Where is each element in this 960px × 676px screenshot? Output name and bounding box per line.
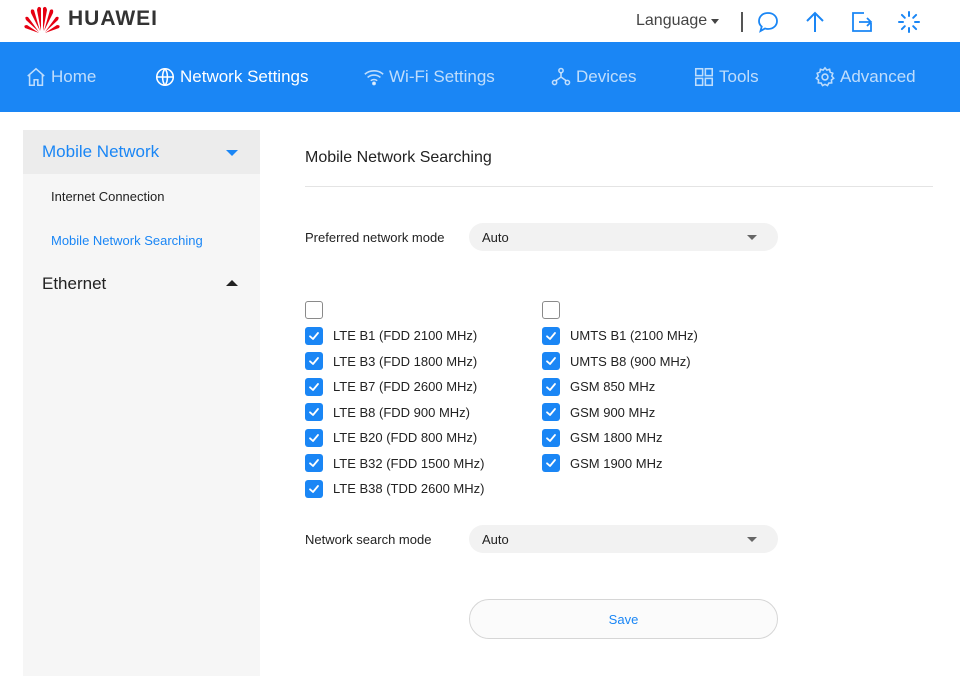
checkmark-icon[interactable] [542,454,560,472]
caret-up-icon [226,280,238,286]
sidebar-group-mobile-network[interactable]: Mobile Network [23,130,260,174]
checkbox-box[interactable] [542,301,560,319]
tools-icon [694,67,714,87]
globe-icon [155,67,175,87]
lte-band-checkbox[interactable]: LTE B20 (FDD 800 MHz) [305,428,478,447]
network-search-mode-value: Auto [482,531,509,547]
umts-gsm-band-checkbox[interactable]: GSM 1900 MHz [542,454,662,472]
checkmark-icon[interactable] [542,352,560,370]
lte-band-label: LTE B38 (TDD 2600 MHz) [333,481,485,496]
lte-band-label: LTE B32 (FDD 1500 MHz) [333,455,485,471]
sidebar-item-mobile-network-searching[interactable]: Mobile Network Searching [51,233,203,248]
huawei-logo[interactable]: HUAWEI [22,4,158,34]
network-search-mode-select[interactable]: Auto [469,525,778,553]
nav-tools[interactable]: Tools [693,42,759,112]
sidebar-item-label: Mobile Network Searching [51,233,203,248]
nav-devices[interactable]: Devices [550,42,636,112]
nav-tools-label: Tools [719,67,759,86]
sidebar-group-ethernet[interactable]: Ethernet [23,262,260,306]
preferred-network-mode-select[interactable]: Auto [469,223,778,251]
umts-gsm-band-label: GSM 850 MHz [570,379,656,394]
language-label: Language [636,12,708,29]
network-search-mode-label: Network search mode [305,532,432,547]
chevron-down-icon [711,18,720,24]
checkmark-icon[interactable] [305,326,323,345]
lte-band-checkbox[interactable]: LTE B32 (FDD 1500 MHz) [305,454,484,472]
language-dropdown[interactable]: Language [636,12,720,30]
umts-gsm-band-label: UMTS B8 (900 MHz) [570,353,691,369]
lte-band-label: LTE B8 (FDD 900 MHz) [333,404,471,420]
checkmark-icon[interactable] [305,479,323,498]
preferred-network-mode-value: Auto [482,229,509,245]
header-divider [741,12,743,32]
preferred-network-mode-label: Preferred network mode [305,230,445,245]
logout-icon[interactable] [849,9,875,35]
umts-gsm-band-label: GSM 900 MHz [570,404,656,420]
top-bar: HUAWEI Language [0,0,960,42]
lte-band-checkbox[interactable]: LTE B38 (TDD 2600 MHz) [305,479,485,498]
caret-down-icon [226,150,238,156]
lte-select-all-checkbox[interactable] [305,301,333,319]
checkmark-icon[interactable] [542,428,560,447]
umts-gsm-band-checkbox[interactable]: UMTS B1 (2100 MHz) [542,326,698,345]
brand-name: HUAWEI [68,7,158,30]
sidebar-item-internet-connection[interactable]: Internet Connection [51,189,164,204]
umts-gsm-band-checkbox[interactable]: GSM 900 MHz [542,403,655,421]
checkmark-icon[interactable] [305,377,323,396]
lte-band-checkbox[interactable]: LTE B7 (FDD 2600 MHz) [305,377,478,396]
message-icon[interactable] [755,9,781,35]
umts-gsm-band-checkbox[interactable]: UMTS B8 (900 MHz) [542,352,691,370]
nav-wifi-settings-label: Wi-Fi Settings [389,67,495,86]
sidebar-group-label: Ethernet [42,274,107,293]
lte-band-label: LTE B20 (FDD 800 MHz) [333,430,478,445]
lte-band-label: LTE B3 (FDD 1800 MHz) [333,353,478,369]
nav-network-settings-label: Network Settings [180,67,309,86]
upload-icon[interactable] [802,9,828,35]
loading-spinner-icon [896,9,922,35]
title-divider [305,186,933,187]
devices-icon [551,67,571,86]
lte-band-label: LTE B1 (FDD 2100 MHz) [333,328,478,343]
checkmark-icon[interactable] [542,403,560,421]
sidebar-group-label: Mobile Network [42,142,160,161]
checkmark-icon[interactable] [542,377,560,396]
checkmark-icon[interactable] [305,403,323,421]
umts-gsm-band-label: UMTS B1 (2100 MHz) [570,328,698,343]
chevron-down-icon [747,235,757,240]
umts-gsm-select-all-checkbox[interactable] [542,301,570,319]
checkbox-box[interactable] [305,301,323,319]
sidebar-item-label: Internet Connection [51,189,165,204]
checkmark-icon[interactable] [542,326,560,345]
sidebar: Mobile Network Internet Connection Mobil… [23,130,260,676]
nav-wifi-settings[interactable]: Wi-Fi Settings [363,42,495,112]
nav-advanced[interactable]: Advanced [814,42,916,112]
huawei-flower-icon [24,6,60,33]
chevron-down-icon [747,537,757,542]
page-title: Mobile Network Searching [305,149,492,166]
save-button[interactable]: Save [469,599,778,639]
umts-gsm-band-label: GSM 1800 MHz [570,430,663,445]
nav-devices-label: Devices [576,67,637,86]
nav-home-label: Home [51,67,97,86]
lte-band-checkbox[interactable]: LTE B3 (FDD 1800 MHz) [305,352,477,370]
lte-band-checkbox[interactable]: LTE B1 (FDD 2100 MHz) [305,326,478,345]
checkmark-icon[interactable] [305,454,323,472]
checkmark-icon[interactable] [305,352,323,370]
lte-band-checkbox[interactable]: LTE B8 (FDD 900 MHz) [305,403,470,421]
nav-home[interactable]: Home [25,42,96,112]
gear-icon [815,66,835,87]
home-icon [27,67,45,87]
umts-gsm-band-checkbox[interactable]: GSM 850 MHz [542,377,656,396]
umts-gsm-band-label: GSM 1900 MHz [570,455,663,471]
umts-gsm-band-checkbox[interactable]: GSM 1800 MHz [542,428,663,447]
nav-advanced-label: Advanced [840,67,916,86]
main-nav: Home Network Settings Wi-Fi Settings Dev… [0,42,960,112]
nav-network-settings[interactable]: Network Settings [154,42,309,112]
wifi-icon [364,70,384,86]
checkmark-icon[interactable] [305,428,323,447]
lte-band-label: LTE B7 (FDD 2600 MHz) [333,379,478,394]
